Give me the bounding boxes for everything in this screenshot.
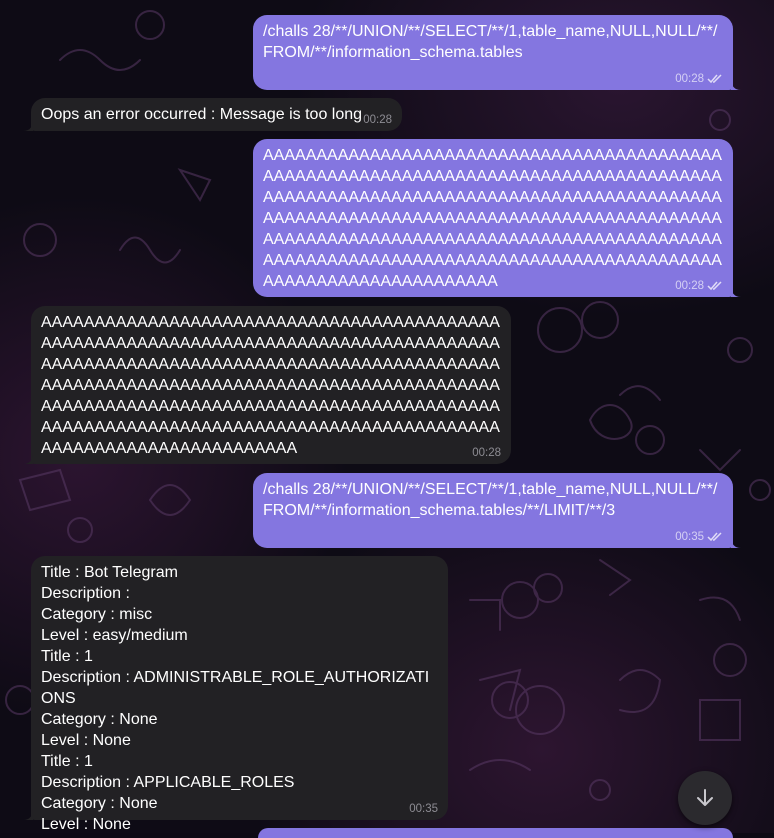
message-time: 00:35 — [409, 803, 438, 815]
double-check-icon — [707, 532, 722, 542]
message-meta: 00:35 — [409, 802, 438, 816]
message-time: 00:28 — [675, 73, 704, 85]
message-meta: 00:35 — [675, 530, 723, 544]
double-check-icon — [707, 281, 722, 291]
message-meta: 00:28 — [472, 446, 501, 460]
message-text: Title : Bot Telegram Description : Categ… — [41, 564, 430, 833]
bubble-tail — [731, 78, 741, 90]
message-text: /challs 28/**/UNION/**/SELECT/**/1,table… — [263, 481, 718, 519]
scroll-to-bottom-button[interactable] — [678, 771, 732, 825]
double-check-icon — [707, 74, 722, 84]
message-meta: 00:28 — [363, 113, 392, 127]
bubble-tail — [731, 536, 741, 548]
message-text: AAAAAAAAAAAAAAAAAAAAAAAAAAAAAAAAAAAAAAAA… — [41, 314, 500, 457]
bubble-tail — [731, 285, 741, 297]
outgoing-message[interactable]: /challs 28/**/UNION/**/SELECT/**/1,table… — [253, 473, 741, 548]
message-time: 00:28 — [675, 280, 704, 292]
incoming-message[interactable]: AAAAAAAAAAAAAAAAAAAAAAAAAAAAAAAAAAAAAAAA… — [23, 306, 511, 464]
bubble-tail — [23, 119, 33, 131]
message-text: Oops an error occurred : Message is too … — [41, 106, 363, 123]
incoming-message[interactable]: Title : Bot Telegram Description : Categ… — [23, 556, 448, 833]
outgoing-message[interactable]: /challs 28/**/UNION/**/SELECT/**/1,table… — [253, 15, 741, 90]
arrow-down-icon — [697, 789, 713, 806]
bubble-tail — [23, 808, 33, 820]
message-time: 00:28 — [363, 114, 392, 126]
message-meta: 00:28 — [675, 279, 723, 293]
message-time: 00:28 — [472, 447, 501, 459]
outgoing-message[interactable]: AAAAAAAAAAAAAAAAAAAAAAAAAAAAAAAAAAAAAAAA… — [253, 139, 741, 297]
message-time: 00:35 — [675, 531, 704, 543]
message-text: AAAAAAAAAAAAAAAAAAAAAAAAAAAAAAAAAAAAAAAA… — [263, 147, 722, 290]
message-meta: 00:28 — [675, 72, 723, 86]
incoming-message[interactable]: Oops an error occurred : Message is too … — [23, 98, 402, 131]
bubble-tail — [23, 452, 33, 464]
message-text: /challs 28/**/UNION/**/SELECT/**/1,table… — [263, 23, 718, 61]
